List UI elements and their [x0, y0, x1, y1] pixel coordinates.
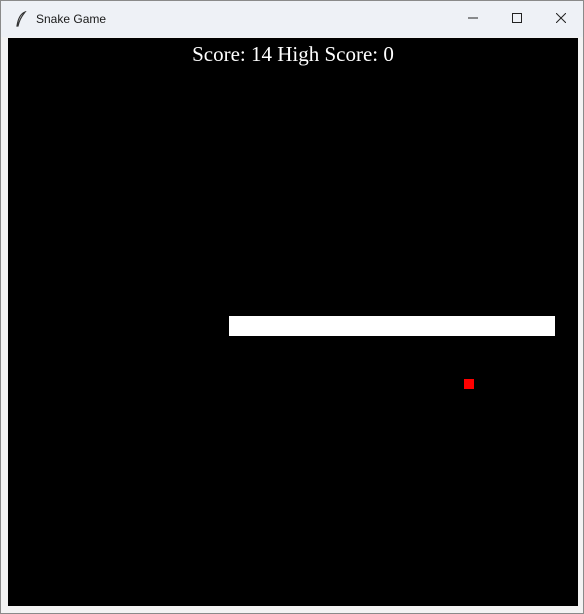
- window-title: Snake Game: [36, 12, 107, 26]
- maximize-button[interactable]: [495, 1, 539, 37]
- close-icon: [555, 10, 567, 28]
- game-canvas[interactable]: Score: 14 High Score: 0: [8, 38, 578, 608]
- window-bottom-border: [1, 606, 583, 613]
- close-button[interactable]: [539, 1, 583, 37]
- snake-segment: [229, 316, 555, 336]
- feather-icon: [14, 11, 28, 27]
- food-pellet: [464, 379, 474, 389]
- title-bar[interactable]: Snake Game: [1, 1, 583, 37]
- app-window: Snake Game Score: 14 High Score: 0: [0, 0, 584, 614]
- minimize-button[interactable]: [451, 1, 495, 37]
- score-label: Score: 14 High Score: 0: [192, 42, 394, 66]
- minimize-icon: [468, 10, 478, 28]
- maximize-icon: [512, 10, 522, 28]
- window-controls: [451, 1, 583, 37]
- snake-body: [229, 316, 555, 336]
